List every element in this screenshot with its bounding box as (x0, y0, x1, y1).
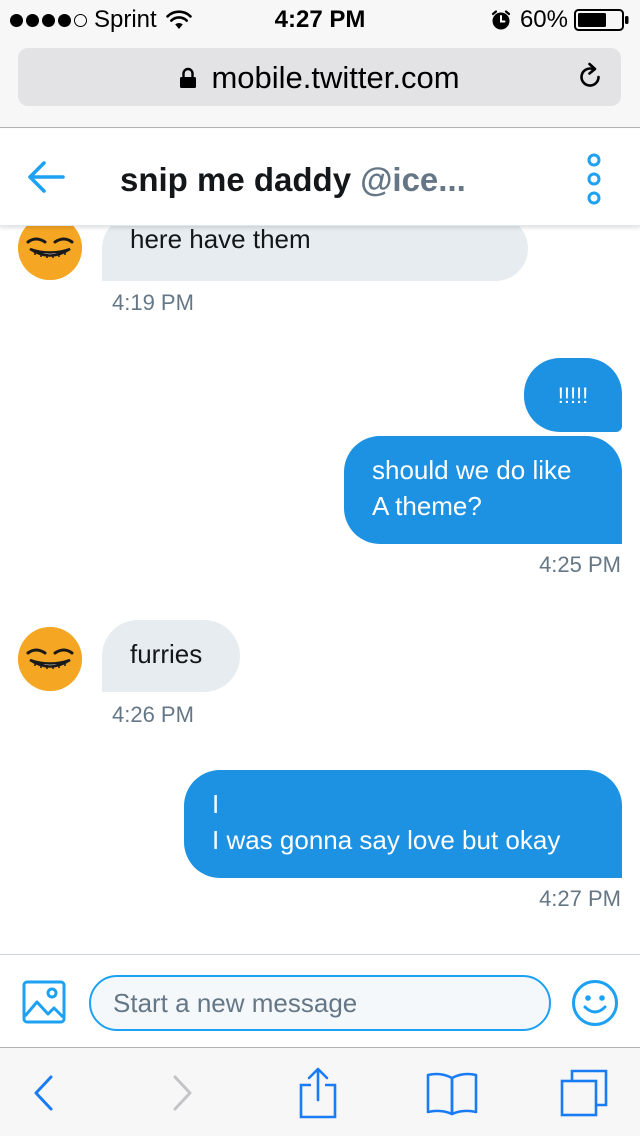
book-icon (426, 1072, 478, 1115)
address-bar[interactable]: mobile.twitter.com (18, 48, 621, 106)
reload-icon[interactable] (575, 62, 605, 92)
smiley-icon[interactable] (571, 979, 619, 1027)
browser-address-area: mobile.twitter.com (0, 40, 640, 128)
conversation-header: snip me daddy @ice... (0, 129, 640, 226)
avatar[interactable] (18, 226, 82, 280)
image-icon[interactable] (22, 980, 66, 1024)
message-text: furries (130, 639, 203, 669)
share-button[interactable] (288, 1048, 348, 1136)
chevron-right-icon (173, 1075, 192, 1110)
message-text: I I was gonna say love but okay (212, 789, 561, 855)
message-timestamp: 4:26 PM (112, 702, 194, 727)
message-bubble-outgoing[interactable]: I I was gonna say love but okay (184, 770, 622, 878)
more-vertical-icon[interactable] (582, 153, 606, 205)
message-input[interactable] (89, 975, 551, 1031)
message-timestamp: 4:25 PM (539, 552, 621, 577)
browser-forward-button[interactable] (152, 1048, 212, 1136)
alarm-icon (491, 10, 511, 30)
tabs-button[interactable] (552, 1048, 616, 1136)
message-bubble-incoming[interactable]: here have them (102, 226, 528, 281)
grinning-face-icon (18, 226, 82, 280)
status-right: 60% (490, 6, 630, 33)
message-bubble-outgoing[interactable]: should we do like A theme? (344, 436, 622, 544)
lock-icon (180, 67, 197, 88)
message-text: here have them (130, 226, 311, 254)
url-text: mobile.twitter.com (211, 60, 460, 95)
tabs-icon (560, 1069, 608, 1116)
chevron-left-icon (34, 1075, 53, 1110)
conversation-title: snip me daddy @ice... (120, 161, 466, 199)
message-bubble-incoming[interactable]: furries (102, 620, 240, 692)
message-text: !!!!! (557, 383, 589, 408)
conversation-name: snip me daddy (120, 161, 352, 198)
browser-toolbar (0, 1047, 640, 1136)
message-timestamp: 4:19 PM (112, 290, 194, 315)
grinning-face-icon (18, 627, 82, 691)
message-bubble-outgoing[interactable]: !!!!! (524, 358, 622, 432)
message-composer (0, 954, 640, 1047)
battery-icon (574, 9, 629, 31)
message-list[interactable]: here have them 4:19 PM !!!!! should we d… (0, 226, 640, 954)
message-text: should we do like A theme? (372, 455, 572, 521)
conversation-handle: @ice... (360, 161, 466, 198)
battery-percent: 60% (519, 6, 568, 33)
status-bar: Sprint 4:27 PM 60% (0, 0, 640, 40)
arrow-left-icon[interactable] (26, 159, 66, 195)
share-icon (299, 1067, 337, 1118)
bookmarks-button[interactable] (420, 1048, 484, 1136)
browser-back-button[interactable] (14, 1048, 74, 1136)
avatar[interactable] (18, 627, 82, 691)
message-timestamp: 4:27 PM (539, 886, 621, 911)
